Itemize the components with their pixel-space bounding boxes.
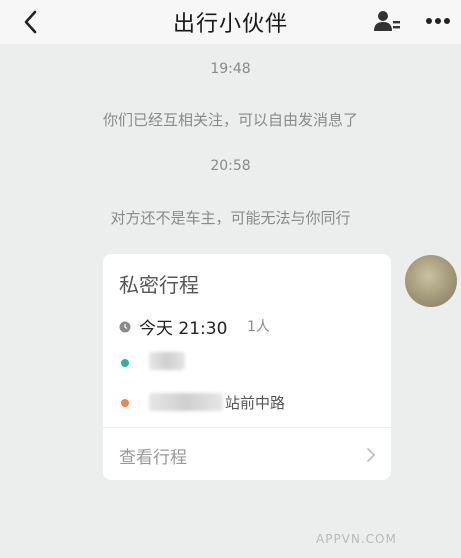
divider xyxy=(103,427,391,428)
start-location-row xyxy=(119,352,379,374)
passenger-count: 1人 xyxy=(247,319,270,335)
trip-card-title: 私密行程 xyxy=(119,273,199,297)
trip-card[interactable]: 私密行程 今天 21:30 1人 站前中路 查看行程 xyxy=(103,254,391,480)
end-location-row: 站前中路 xyxy=(119,392,379,414)
person-card-icon xyxy=(374,11,400,31)
trip-time-row: 今天 21:30 1人 xyxy=(119,316,379,339)
chevron-right-icon[interactable] xyxy=(365,447,377,463)
timestamp: 20:58 xyxy=(210,158,251,174)
end-dot xyxy=(121,399,129,407)
start-dot xyxy=(121,359,129,367)
end-location-label: 站前中路 xyxy=(225,394,286,412)
system-message: 对方还不是车主，可能无法与你同行 xyxy=(110,209,351,227)
more-button[interactable] xyxy=(424,10,452,32)
trip-time: 今天 21:30 xyxy=(139,319,228,339)
system-message: 你们已经互相关注，可以自由发消息了 xyxy=(102,111,358,129)
more-icon xyxy=(426,18,450,24)
end-location-redacted xyxy=(149,393,223,411)
watermark: APPVN.COM xyxy=(316,532,397,546)
contact-info-button[interactable] xyxy=(373,9,401,35)
clock-icon xyxy=(119,321,131,333)
timestamp: 19:48 xyxy=(210,61,251,77)
top-bar: 出行小伙伴 xyxy=(0,0,461,44)
view-trip-link[interactable]: 查看行程 xyxy=(119,443,187,468)
avatar[interactable] xyxy=(405,255,457,307)
start-location-redacted xyxy=(149,352,185,370)
